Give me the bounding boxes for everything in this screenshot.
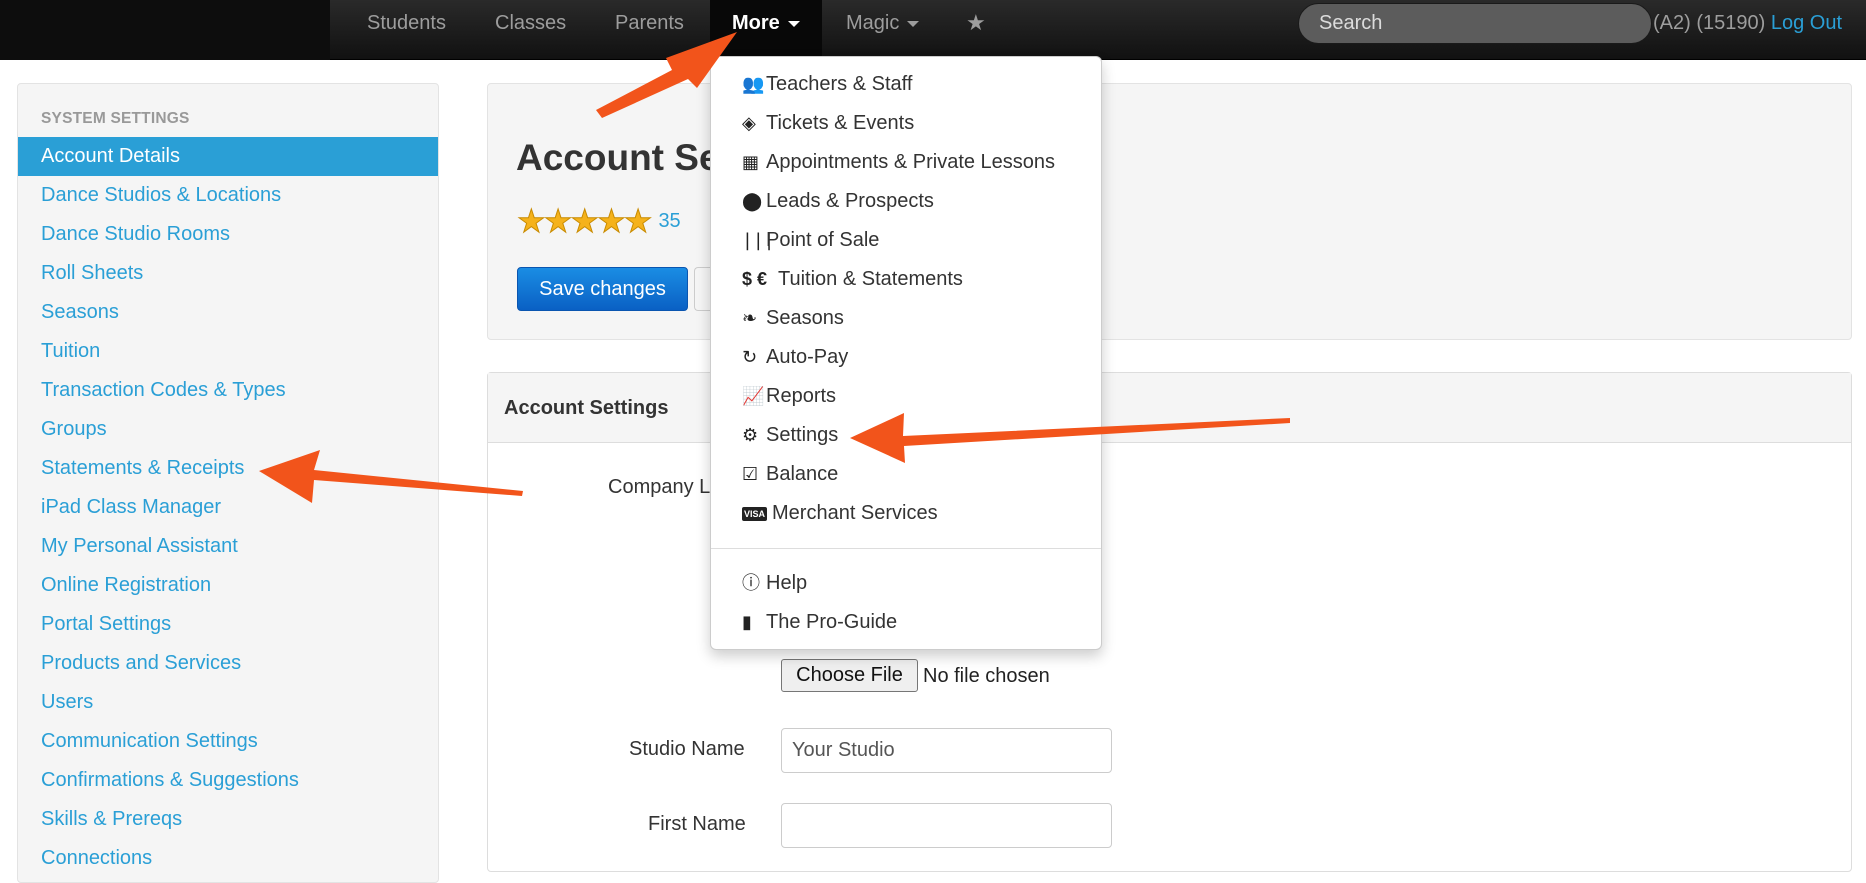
users-icon: 👥 — [742, 74, 765, 94]
dollar-euro-icon: $ € — [742, 269, 768, 289]
first-name-input[interactable] — [781, 803, 1112, 848]
menu-divider — [711, 548, 1101, 549]
refresh-icon: ↻ — [742, 347, 758, 367]
nav-magic[interactable]: Magic — [846, 0, 920, 56]
sidebar-item-seasons[interactable]: Seasons — [18, 293, 438, 332]
check-square-icon: ☑ — [742, 464, 759, 484]
sidebar-item-communication-settings[interactable]: Communication Settings — [18, 722, 438, 761]
sidebar-item-connections[interactable]: Connections — [18, 839, 438, 878]
menu-item-balance[interactable]: ☑ Balance — [711, 455, 1101, 494]
menu-item-label: Help — [766, 572, 808, 594]
nav-magic-label: Magic — [846, 12, 900, 34]
menu-item-reports[interactable]: 📈Reports — [711, 377, 1101, 416]
gears-icon: ⚙ — [742, 425, 759, 445]
menu-item-label: Settings — [766, 424, 839, 446]
sidebar-item-dance-studio-rooms[interactable]: Dance Studio Rooms — [18, 215, 438, 254]
menu-item-settings[interactable]: ⚙ Settings — [711, 416, 1101, 455]
line-chart-icon: 📈 — [742, 386, 765, 406]
rating-count-link[interactable]: 35 — [658, 210, 680, 232]
menu-item-label: Auto-Pay — [766, 346, 849, 368]
nav-parents[interactable]: Parents — [615, 0, 684, 56]
search-input[interactable] — [1298, 3, 1652, 44]
rating-stars-icon: ★★★★★ — [516, 203, 652, 240]
chevron-down-icon — [787, 20, 800, 27]
map-marker-icon: ⬤ — [742, 191, 763, 211]
nav-classes[interactable]: Classes — [495, 0, 566, 56]
menu-item-tickets-events[interactable]: ◈ Tickets & Events — [711, 104, 1101, 143]
sidebar-header: SYSTEM SETTINGS — [41, 110, 190, 127]
menu-item-auto-pay[interactable]: ↻ Auto-Pay — [711, 338, 1101, 377]
rating: ★★★★★ 35 — [516, 202, 680, 240]
logout-link[interactable]: Log Out — [1771, 12, 1842, 34]
star-icon[interactable]: ★ — [966, 0, 986, 56]
menu-item-label: Merchant Services — [772, 502, 938, 524]
account-ids: (A2) (15190) — [1653, 12, 1766, 34]
sidebar-item-tuition[interactable]: Tuition — [18, 332, 438, 371]
user-info: (A2) (15190) Log Out — [1653, 0, 1842, 46]
book-icon: ▮ — [742, 612, 752, 632]
page-header-well: Account Se ★★★★★ 35 Save changes — [487, 83, 1852, 340]
visa-card-icon: VISA — [742, 507, 768, 522]
menu-item-label: Seasons — [766, 307, 844, 329]
menu-item-tuition-statements[interactable]: $ € Tuition & Statements — [711, 260, 1101, 299]
menu-item-label: Teachers & Staff — [766, 73, 913, 95]
more-menu-list: 👥Teachers & Staff ◈ Tickets & Events ▦ App… — [711, 65, 1101, 533]
sidebar-item-skills-prereqs[interactable]: Skills & Prereqs — [18, 800, 438, 839]
nav-students[interactable]: Students — [367, 0, 446, 56]
sidebar-item-users[interactable]: Users — [18, 683, 438, 722]
sidebar-item-personal-assistant[interactable]: My Personal Assistant — [18, 527, 438, 566]
sidebar-item-portal-settings[interactable]: Portal Settings — [18, 605, 438, 644]
first-name-label: First Name — [648, 813, 746, 835]
menu-item-label: Appointments & Private Lessons — [766, 151, 1056, 173]
account-settings-panel: Account Settings Company L Choose File N… — [487, 372, 1852, 872]
settings-sidebar: SYSTEM SETTINGS Account Details Dance St… — [17, 83, 439, 883]
menu-item-teachers-staff[interactable]: 👥Teachers & Staff — [711, 65, 1101, 104]
company-logo-label: Company L — [608, 476, 711, 498]
top-navbar: Students Classes Parents More Magic ★ (A… — [0, 0, 1866, 60]
brand-area — [0, 0, 330, 60]
ticket-icon: ◈ — [742, 113, 756, 133]
sidebar-item-products-services[interactable]: Products and Services — [18, 644, 438, 683]
leaf-icon: ❧ — [742, 308, 758, 328]
sidebar-item-dance-studios-locations[interactable]: Dance Studios & Locations — [18, 176, 438, 215]
menu-item-label: Point of Sale — [766, 229, 880, 251]
sidebar-item-statements-receipts[interactable]: Statements & Receipts — [18, 449, 438, 488]
sidebar-item-ipad-class-manager[interactable]: iPad Class Manager — [18, 488, 438, 527]
menu-item-point-of-sale[interactable]: |||Point of Sale — [711, 221, 1101, 260]
menu-item-appointments[interactable]: ▦ Appointments & Private Lessons — [711, 143, 1101, 182]
menu-item-seasons[interactable]: ❧ Seasons — [711, 299, 1101, 338]
menu-item-pro-guide[interactable]: ▮ The Pro-Guide — [711, 603, 1101, 642]
menu-item-label: Balance — [766, 463, 839, 485]
menu-item-help[interactable]: ⓘ Help — [711, 564, 1101, 603]
menu-item-label: Reports — [766, 385, 837, 407]
sidebar-item-account-details[interactable]: Account Details — [18, 137, 438, 176]
file-status: No file chosen — [923, 665, 1050, 687]
studio-name-label: Studio Name — [629, 738, 745, 760]
panel-heading: Account Settings — [488, 373, 1851, 443]
calendar-icon: ▦ — [742, 152, 760, 172]
chevron-down-icon — [907, 20, 920, 27]
menu-item-label: Tuition & Statements — [778, 268, 963, 290]
nav-more-label: More — [732, 12, 780, 34]
sidebar-item-groups[interactable]: Groups — [18, 410, 438, 449]
more-menu-secondary-list: ⓘ Help ▮ The Pro-Guide — [711, 564, 1101, 642]
menu-item-label: The Pro-Guide — [766, 611, 898, 633]
menu-item-merchant-services[interactable]: VISA Merchant Services — [711, 494, 1101, 533]
sidebar-item-transaction-codes[interactable]: Transaction Codes & Types — [18, 371, 438, 410]
sidebar-item-online-registration[interactable]: Online Registration — [18, 566, 438, 605]
menu-item-label: Leads & Prospects — [766, 190, 934, 212]
page-title: Account Se — [516, 137, 720, 178]
menu-item-label: Tickets & Events — [766, 112, 915, 134]
info-circle-icon: ⓘ — [742, 573, 760, 593]
sidebar-item-confirmations-suggestions[interactable]: Confirmations & Suggestions — [18, 761, 438, 800]
save-changes-button[interactable]: Save changes — [517, 267, 688, 311]
more-dropdown-menu: 👥Teachers & Staff ◈ Tickets & Events ▦ App… — [710, 56, 1102, 650]
nav-more[interactable]: More — [710, 0, 822, 56]
barcode-icon: ||| — [742, 230, 775, 251]
sidebar-item-roll-sheets[interactable]: Roll Sheets — [18, 254, 438, 293]
studio-name-input[interactable] — [781, 728, 1112, 773]
choose-file-button[interactable]: Choose File — [781, 659, 918, 692]
menu-item-leads-prospects[interactable]: ⬤ Leads & Prospects — [711, 182, 1101, 221]
sidebar-list: Account Details Dance Studios & Location… — [18, 137, 438, 878]
